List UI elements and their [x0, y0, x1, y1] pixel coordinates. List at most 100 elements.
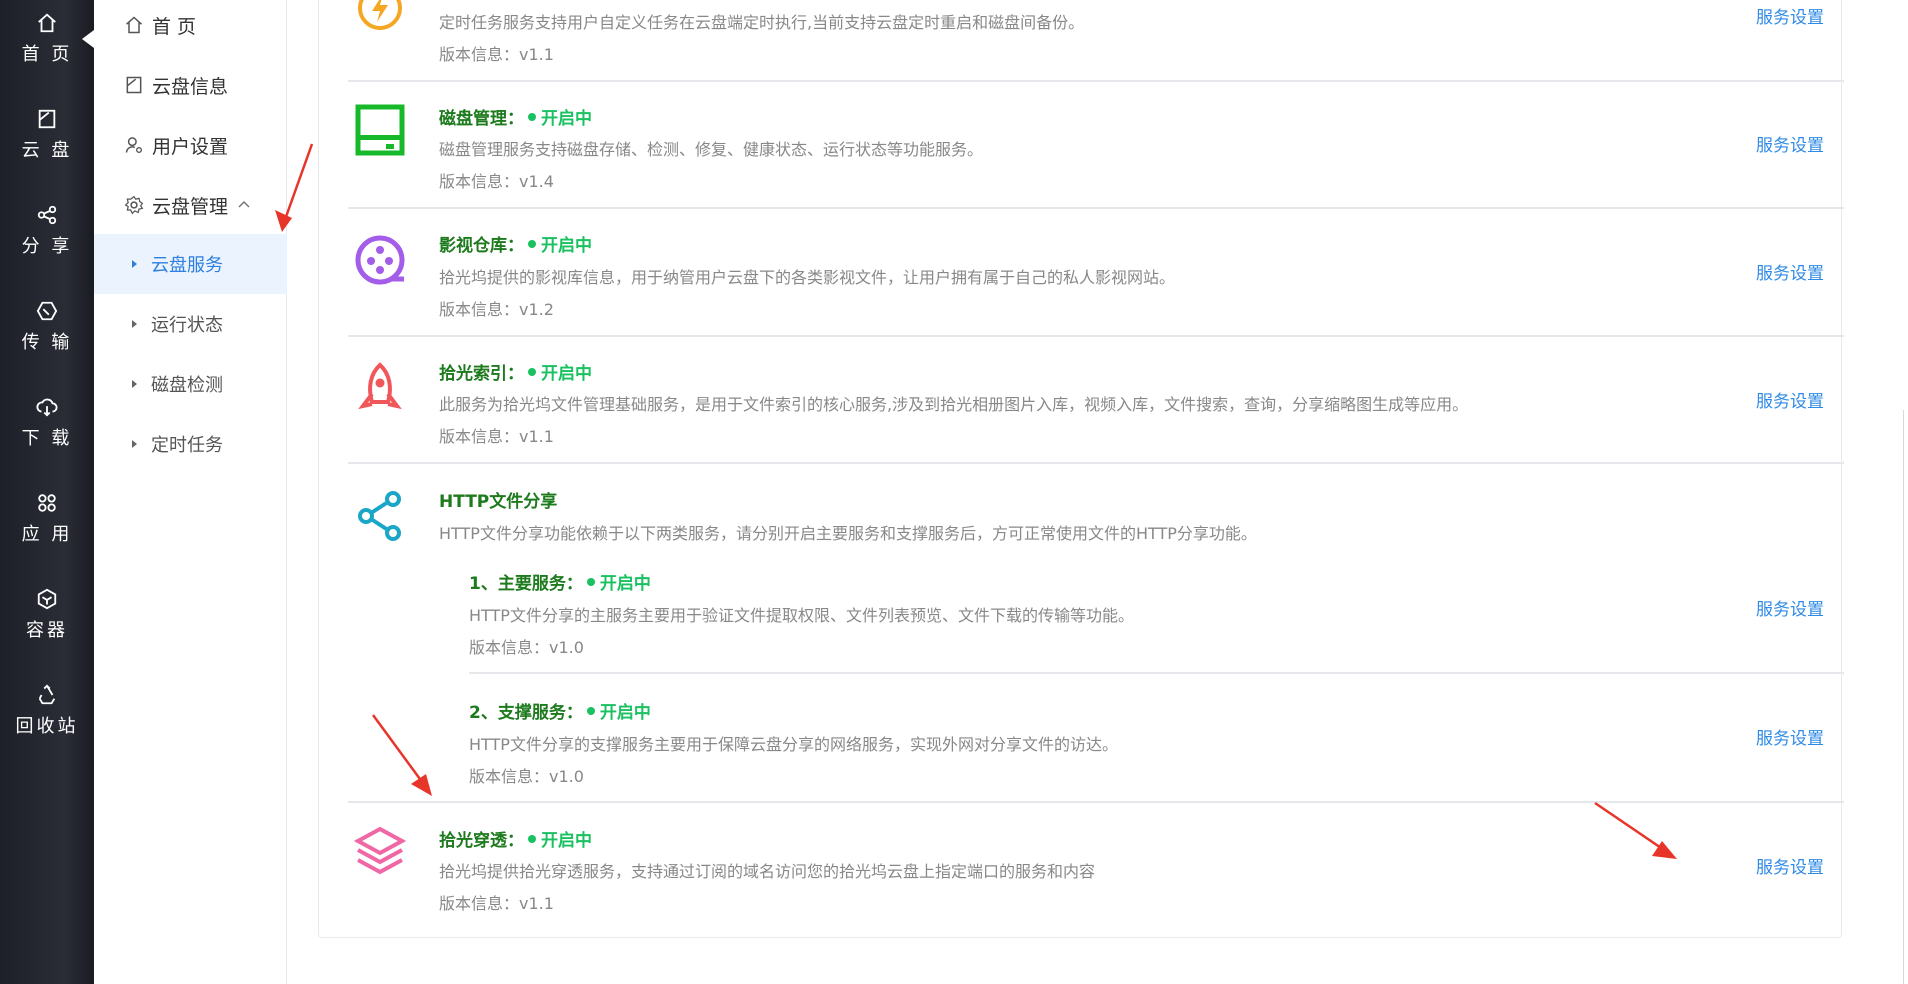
rail-item-recycle[interactable]: 回收站 — [0, 672, 94, 752]
share-nodes-icon — [358, 491, 401, 541]
container-icon — [37, 588, 57, 610]
service-version: 版本信息：v1.1 — [439, 427, 554, 446]
service-title: 拾光索引： 开启中 — [439, 359, 592, 384]
status-badge: 开启中 — [528, 231, 592, 256]
sidebar-subitem-scheduled-tasks[interactable]: 定时任务 — [94, 417, 287, 471]
rail-item-label: 云 盘 — [21, 140, 73, 161]
service-subtitle: 1、主要服务： 开启中 — [469, 569, 651, 594]
sidebar-subitem-run-status[interactable]: 运行状态 — [94, 297, 287, 351]
service-title-text: HTTP文件分享 — [439, 492, 558, 512]
service-description: HTTP文件分享的支撑服务主要用于保障云盘分享的网络服务，实现外网对分享文件的访… — [469, 735, 1118, 754]
status-dot — [528, 112, 536, 121]
service-description: 拾光坞提供拾光穿透服务，支持通过订阅的域名访问您的拾光坞云盘上指定端口的服务和内… — [439, 862, 1096, 881]
service-settings-link[interactable]: 服务设置 — [1756, 387, 1824, 412]
secondary-sidebar: 首 页 云盘信息 用户设置 云盘管理 云盘服务 运行状态 磁盘检测 定时任务 — [94, 0, 287, 984]
home-icon — [126, 16, 142, 34]
rail-item-share[interactable]: 分 享 — [0, 192, 94, 272]
download-icon — [36, 398, 58, 417]
rail-item-apps[interactable]: 应 用 — [0, 480, 94, 560]
sidebar-subitem-label: 运行状态 — [151, 315, 223, 336]
rocket-icon — [358, 362, 402, 410]
service-description: 定时任务服务支持用户自定义任务在云盘端定时执行,当前支持云盘定时重启和磁盘间备份… — [439, 13, 1085, 32]
service-subtitle: 2、支撑服务： 开启中 — [469, 698, 651, 723]
service-settings-link[interactable]: 服务设置 — [1756, 131, 1824, 156]
main-rail: 首 页 云 盘 分 享 传 输 下 载 应 用 容器 回收站 — [0, 0, 94, 984]
sidebar-item-disk-management[interactable]: 云盘管理 — [94, 178, 287, 232]
rail-item-cloud-disk[interactable]: 云 盘 — [0, 96, 94, 176]
divider — [348, 80, 1844, 82]
sidebar-item-label: 用户设置 — [152, 135, 229, 158]
divider — [469, 672, 1844, 674]
status-badge: 开启中 — [528, 826, 592, 851]
status-badge: 开启中 — [528, 359, 592, 384]
rail-item-label: 容器 — [26, 620, 68, 641]
service-title-text: 磁盘管理： — [439, 109, 524, 129]
bullet-triangle-icon — [132, 440, 137, 448]
divider — [348, 462, 1844, 464]
service-version: 版本信息：v1.0 — [469, 767, 584, 786]
rail-item-label: 分 享 — [21, 236, 73, 257]
service-settings-link[interactable]: 服务设置 — [1756, 3, 1824, 28]
scrollbar-track[interactable] — [1903, 410, 1904, 984]
status-dot — [528, 239, 536, 248]
status-dot — [528, 367, 536, 376]
status-dot — [586, 577, 595, 586]
status-text: 开启中 — [541, 236, 592, 256]
service-settings-link[interactable]: 服务设置 — [1756, 853, 1824, 878]
service-description: HTTP文件分享的主服务主要用于验证文件提取权限、文件列表预览、文件下载的传输等… — [469, 606, 1134, 625]
service-version: 版本信息：v1.1 — [439, 894, 554, 913]
sidebar-item-home[interactable]: 首 页 — [94, 0, 287, 52]
service-description: HTTP文件分享功能依赖于以下两类服务，请分别开启主要服务和支撑服务后，方可正常… — [439, 524, 1257, 543]
status-dot — [586, 706, 595, 715]
rail-item-label: 首 页 — [21, 44, 73, 65]
service-description: 磁盘管理服务支持磁盘存储、检测、修复、健康状态、运行状态等功能服务。 — [439, 140, 984, 159]
service-description: 拾光坞提供的影视库信息，用于纳管用户云盘下的各类影视文件，让用户拥有属于自己的私… — [439, 268, 1176, 287]
disk-icon — [355, 104, 405, 156]
app-root: 首 页 云 盘 分 享 传 输 下 载 应 用 容器 回收站 首 页 云盘信息 … — [0, 0, 1908, 984]
lightning-icon — [358, 0, 402, 30]
service-title: 磁盘管理： 开启中 — [439, 104, 592, 129]
service-title-text: 拾光索引： — [439, 364, 524, 384]
bullet-triangle-icon — [132, 260, 137, 268]
sidebar-subitem-label: 云盘服务 — [151, 255, 223, 276]
service-settings-link[interactable]: 服务设置 — [1756, 595, 1824, 620]
rail-item-label: 传 输 — [21, 332, 73, 353]
sidebar-item-user-settings[interactable]: 用户设置 — [94, 118, 287, 172]
status-text: 开启中 — [541, 109, 592, 129]
disk-info-icon — [126, 76, 142, 94]
service-title: HTTP文件分享 — [439, 487, 557, 512]
rail-item-home[interactable]: 首 页 — [0, 0, 94, 80]
service-title-text: 影视仓库： — [439, 236, 524, 256]
rail-item-label: 应 用 — [21, 524, 73, 545]
sidebar-subitem-label: 定时任务 — [151, 435, 223, 456]
rail-item-container[interactable]: 容器 — [0, 576, 94, 656]
film-reel-icon — [355, 235, 405, 285]
service-settings-link[interactable]: 服务设置 — [1756, 259, 1824, 284]
sidebar-subitem-disk-check[interactable]: 磁盘检测 — [94, 357, 287, 411]
divider — [348, 207, 1844, 209]
share-icon — [37, 205, 57, 225]
status-badge: 开启中 — [586, 569, 651, 594]
apps-icon — [38, 494, 56, 512]
rail-item-transfer[interactable]: 传 输 — [0, 288, 94, 368]
sidebar-item-disk-info[interactable]: 云盘信息 — [94, 58, 287, 112]
divider — [348, 335, 1844, 337]
status-dot — [528, 834, 536, 843]
sidebar-item-label: 云盘管理 — [152, 195, 229, 218]
service-version: 版本信息：v1.1 — [439, 45, 554, 64]
chevron-up-icon[interactable] — [238, 199, 250, 211]
service-title-text: 1、主要服务： — [469, 574, 583, 594]
status-text: 开启中 — [541, 831, 592, 851]
sidebar-subitem-disk-services[interactable]: 云盘服务 — [94, 234, 287, 294]
user-settings-icon — [125, 137, 142, 153]
service-version: 版本信息：v1.4 — [439, 172, 554, 191]
rail-item-download[interactable]: 下 载 — [0, 384, 94, 464]
status-text: 开启中 — [599, 703, 651, 723]
rail-item-label: 回收站 — [15, 716, 79, 737]
bullet-triangle-icon — [132, 320, 137, 328]
service-title-text: 拾光穿透： — [439, 831, 524, 851]
annotation-arrow-icon — [371, 714, 432, 796]
transfer-icon — [36, 301, 58, 321]
bullet-triangle-icon — [132, 380, 137, 388]
service-settings-link[interactable]: 服务设置 — [1756, 724, 1824, 749]
